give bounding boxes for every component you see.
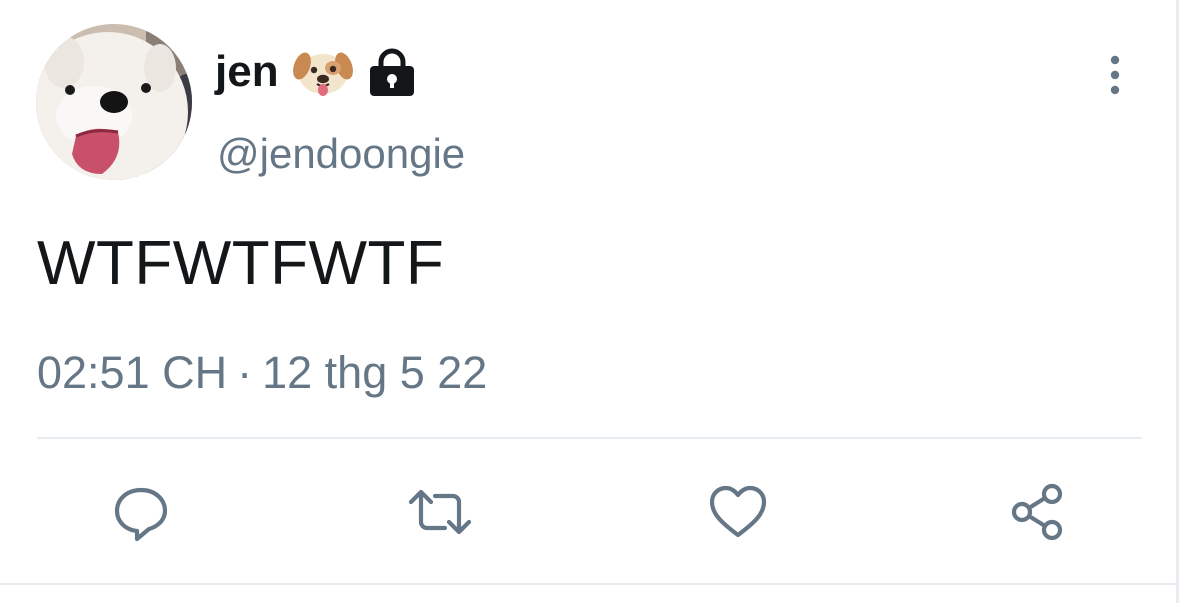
display-name[interactable]: jen (215, 44, 279, 100)
more-vertical-icon (1110, 55, 1120, 95)
reply-bubble-icon (114, 487, 168, 542)
like-button[interactable] (700, 474, 776, 550)
tweet-card: jen @jendoongie WTFWTFWTF 02:51 CH · 12 … (0, 0, 1179, 603)
divider (37, 437, 1142, 439)
dog-face-emoji-icon (292, 52, 353, 96)
tweet-timestamp: 02:51 CH · 12 thg 5 22 (37, 346, 487, 400)
retweet-button[interactable] (402, 474, 478, 550)
more-options-button[interactable] (1100, 54, 1130, 96)
action-bar (0, 474, 1179, 550)
heart-icon (709, 485, 767, 538)
avatar-image (36, 24, 192, 180)
lock-icon (369, 48, 414, 96)
timestamp-separator: · (237, 347, 253, 398)
reply-button[interactable] (103, 474, 179, 550)
share-button[interactable] (999, 474, 1075, 550)
tweet-text: WTFWTFWTF (37, 229, 445, 298)
tweet-time: 02:51 CH (37, 347, 228, 398)
avatar[interactable] (36, 24, 192, 180)
retweet-icon (408, 489, 472, 535)
share-icon (1011, 483, 1063, 541)
tweet-date: 12 thg 5 22 (262, 347, 488, 398)
display-name-row: jen (215, 44, 417, 100)
bottom-divider (0, 583, 1179, 585)
user-handle[interactable]: @jendoongie (217, 128, 465, 180)
